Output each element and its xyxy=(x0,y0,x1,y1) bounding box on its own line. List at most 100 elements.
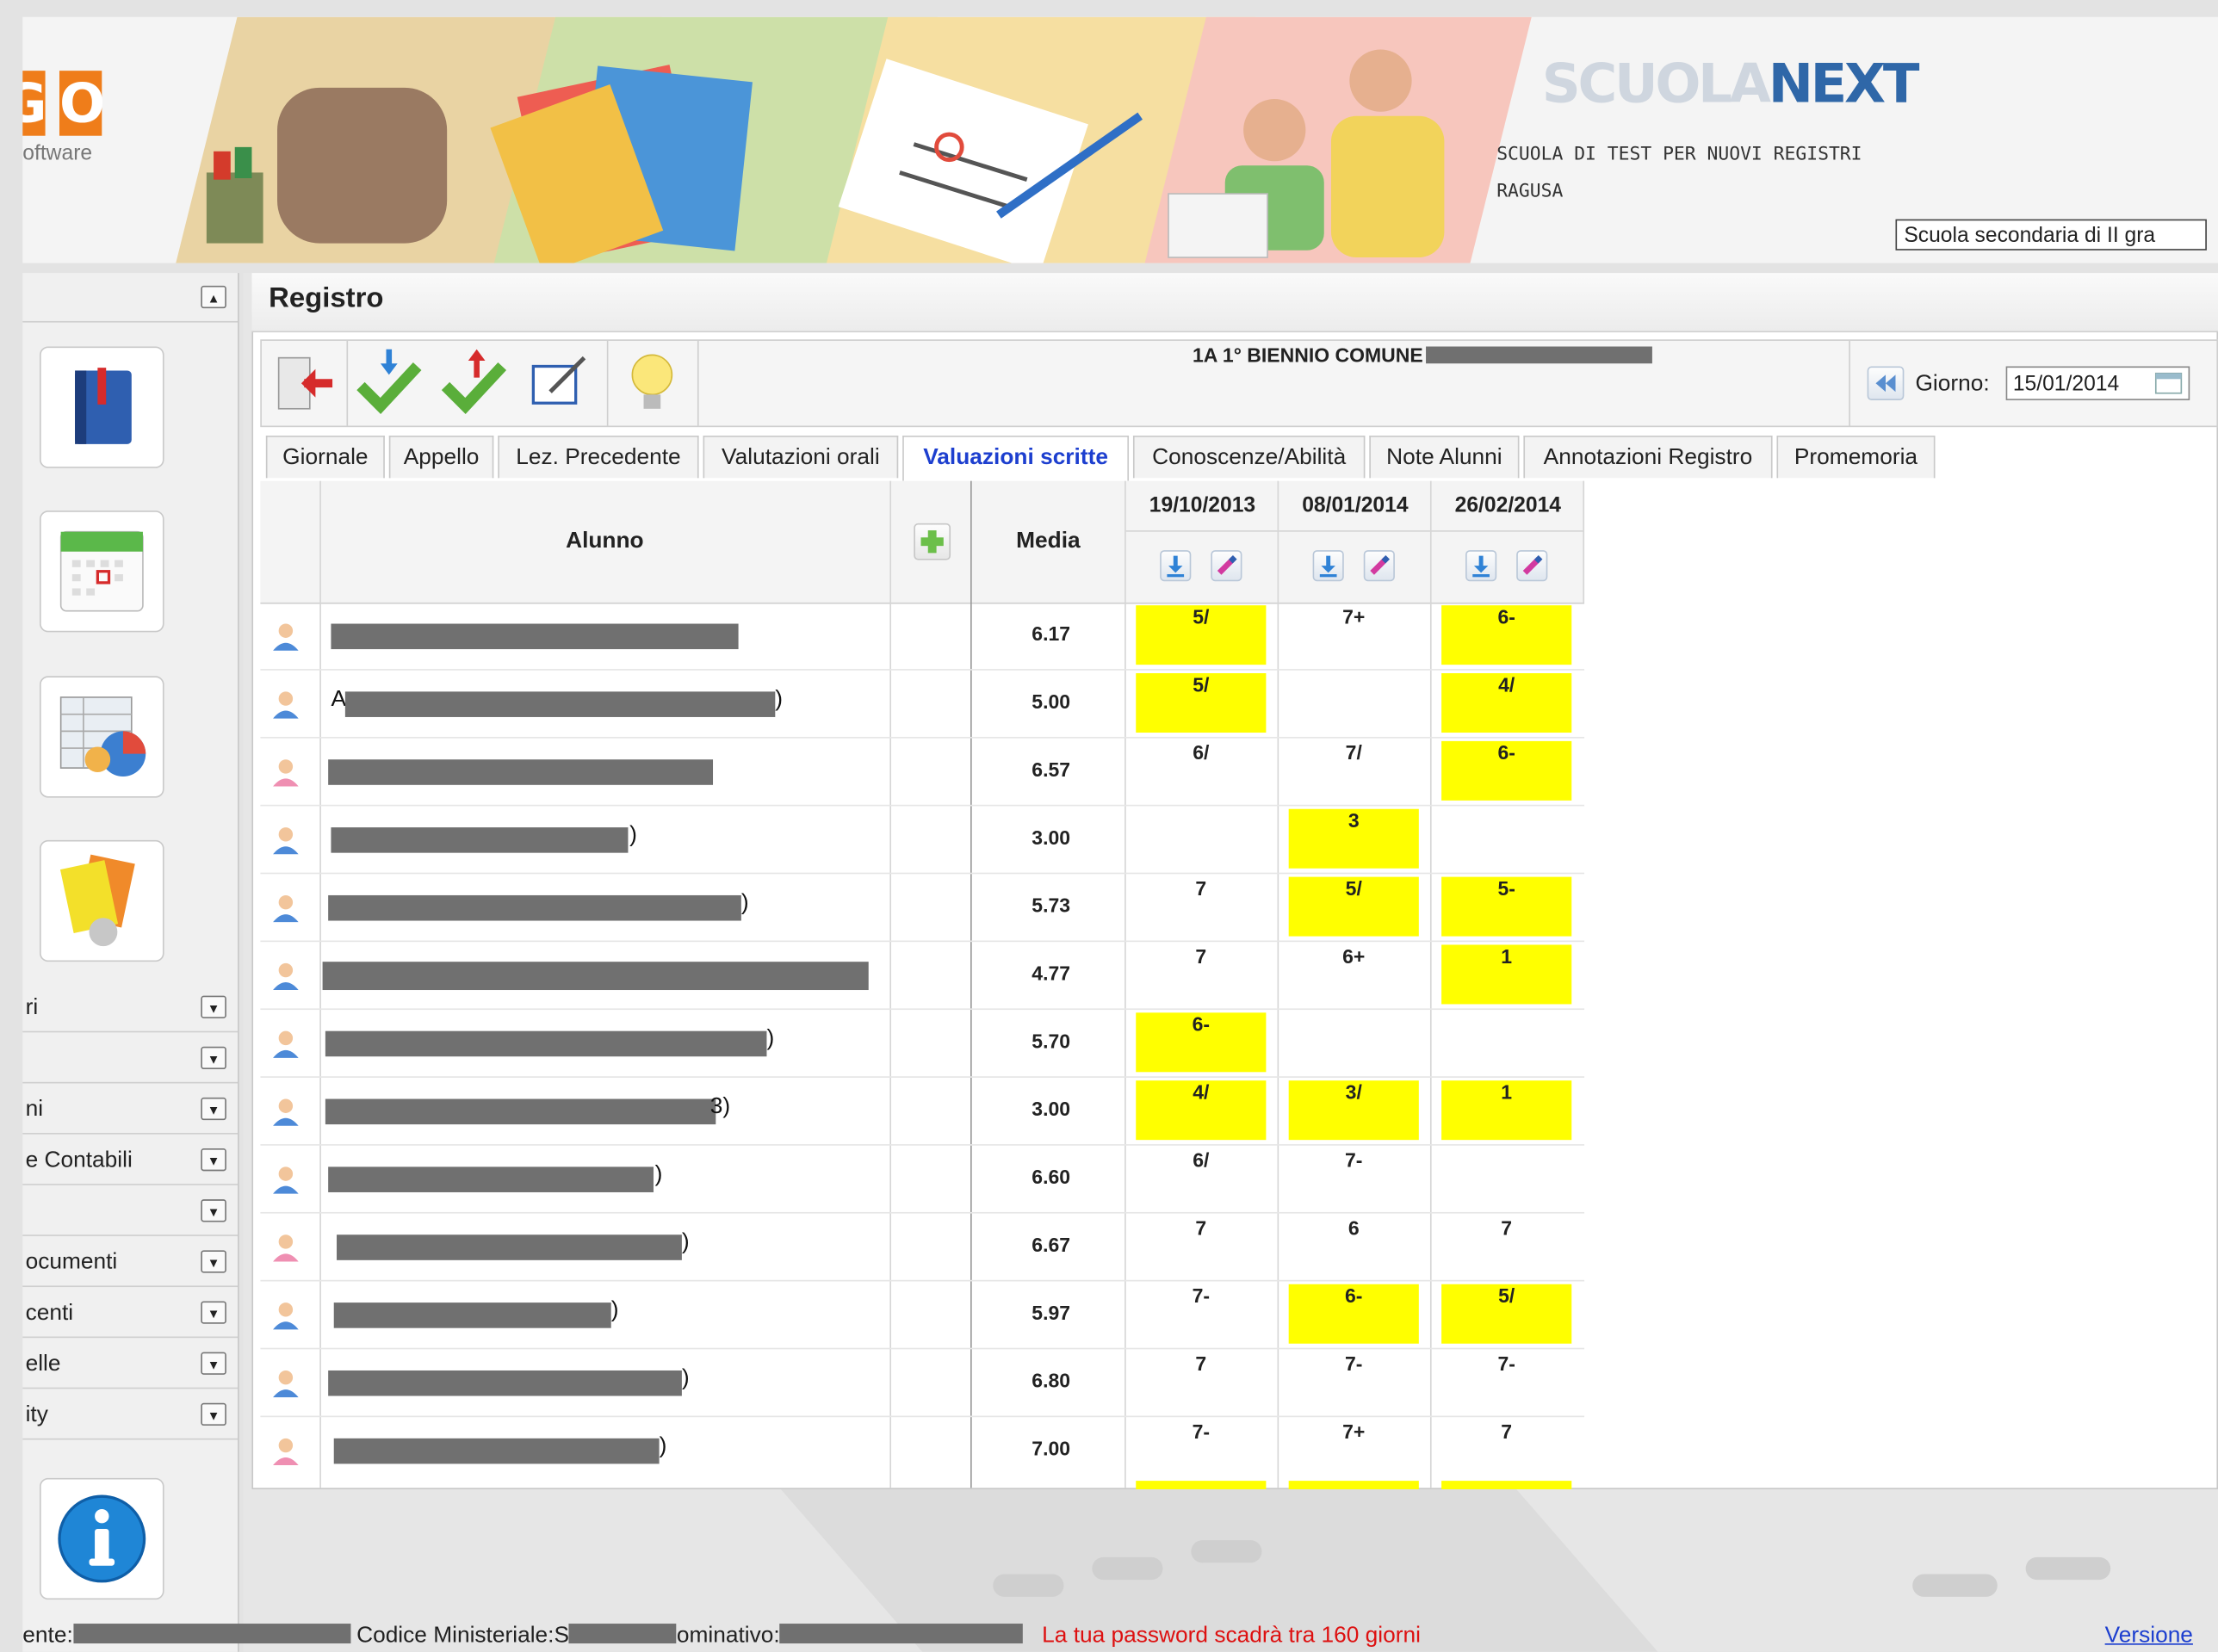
grade-cell[interactable]: 3 xyxy=(1288,808,1419,869)
sidebar-info-button[interactable] xyxy=(40,1477,164,1600)
chevron-down-icon[interactable]: ▼ xyxy=(201,995,226,1018)
tab-giornale[interactable]: Giornale xyxy=(265,436,385,479)
grade-cell[interactable] xyxy=(1289,673,1419,733)
chevron-down-icon[interactable]: ▼ xyxy=(201,1148,226,1172)
calendar-picker-button[interactable] xyxy=(2153,370,2184,396)
table-row[interactable]: ) 6.67 7 6 7 xyxy=(260,1214,2218,1280)
chevron-down-icon[interactable]: ▼ xyxy=(201,1199,226,1222)
table-row[interactable]: 6.57 6/ 7/ 6- xyxy=(260,739,2218,805)
export-button[interactable] xyxy=(434,343,513,423)
grade-cell[interactable]: 7- xyxy=(1136,1284,1266,1344)
grade-cell[interactable]: 7 xyxy=(1136,1216,1266,1276)
import-button[interactable] xyxy=(350,343,429,423)
table-row[interactable]: ) 3.00 3 xyxy=(260,806,2218,872)
table-row[interactable]: ) 5.97 7- 6- 5/ xyxy=(260,1281,2218,1347)
sidebar-calendar-button[interactable] xyxy=(40,510,164,633)
grade-cell[interactable]: 6- xyxy=(1136,1012,1267,1073)
table-row[interactable]: ) 7.00 7- 7+ 7 xyxy=(260,1417,2218,1483)
tab-note-alunni[interactable]: Note Alunni xyxy=(1369,436,1520,479)
previous-day-button[interactable] xyxy=(1867,366,1905,400)
table-row[interactable]: A ) 5.00 5/ 4/ xyxy=(260,671,2218,737)
grade-cell[interactable]: 5- xyxy=(1441,876,1572,937)
grade-cell[interactable]: 7 xyxy=(1441,1216,1571,1276)
evaluation-import-button[interactable] xyxy=(1312,550,1344,582)
grade-cell[interactable]: 7 xyxy=(1136,944,1266,1004)
sidebar-section[interactable]: ▼ xyxy=(22,1036,239,1084)
table-row[interactable]: ) 6.80 7 7- 7- xyxy=(260,1349,2218,1415)
grade-cell[interactable]: 6- xyxy=(1441,605,1572,665)
chevron-down-icon[interactable]: ▼ xyxy=(201,1250,226,1273)
grade-cell[interactable]: 7- xyxy=(1289,1352,1419,1412)
grade-cell[interactable]: 7+ xyxy=(1289,1420,1419,1479)
sidebar-collapse-up-icon[interactable]: ▲ xyxy=(201,285,226,309)
table-row[interactable]: 4.77 7 6+ 1 xyxy=(260,942,2218,1008)
sidebar-section[interactable]: ni ▼ xyxy=(22,1086,239,1135)
evaluation-edit-button[interactable] xyxy=(1516,550,1548,582)
grade-cell[interactable]: 4/ xyxy=(1441,673,1572,733)
grade-cell[interactable]: 7 xyxy=(1136,1352,1266,1412)
hint-button[interactable] xyxy=(612,343,691,423)
table-row[interactable]: ) 5.70 6- xyxy=(260,1010,2218,1076)
sidebar-registro-button[interactable] xyxy=(40,346,164,468)
sidebar-section[interactable]: ocumenti ▼ xyxy=(22,1239,239,1288)
evaluation-import-button[interactable] xyxy=(1465,550,1497,582)
exit-button[interactable] xyxy=(264,343,344,423)
evaluation-edit-button[interactable] xyxy=(1363,550,1395,582)
grade-cell[interactable]: 6/ xyxy=(1136,741,1266,801)
chevron-down-icon[interactable]: ▼ xyxy=(201,1301,226,1324)
grade-cell[interactable] xyxy=(1136,809,1266,869)
grade-cell[interactable]: 7/ xyxy=(1289,741,1419,801)
tab-annotazioni-registro[interactable]: Annotazioni Registro xyxy=(1523,436,1773,479)
table-row[interactable]: ) 5.73 7 5/ 5- xyxy=(260,874,2218,940)
chevron-down-icon[interactable]: ▼ xyxy=(201,1352,226,1375)
grade-cell[interactable]: 7- xyxy=(1441,1352,1571,1412)
grade-cell[interactable] xyxy=(1441,1148,1571,1208)
tab-lez-precedente[interactable]: Lez. Precedente xyxy=(498,436,699,479)
version-link[interactable]: Versione xyxy=(2105,1624,2193,1649)
grade-cell[interactable]: 7 xyxy=(1441,1420,1571,1479)
tab-appello[interactable]: Appello xyxy=(388,436,494,479)
sidebar-section[interactable]: centi ▼ xyxy=(22,1290,239,1339)
grade-cell[interactable]: 6/ xyxy=(1136,1148,1266,1208)
grade-cell[interactable]: 6 xyxy=(1289,1216,1419,1276)
sidebar-section[interactable]: ▼ xyxy=(22,1188,239,1236)
edit-button[interactable] xyxy=(519,343,598,423)
grade-cell[interactable] xyxy=(1441,1012,1571,1072)
grade-cell[interactable]: 4/ xyxy=(1136,1080,1267,1141)
grade-cell[interactable]: 7+ xyxy=(1289,605,1419,665)
table-row[interactable]: 6.17 5/ 7+ 6- xyxy=(260,603,2218,669)
grade-cell[interactable]: 1 xyxy=(1441,944,1572,1005)
school-type-select[interactable]: Scuola secondaria di II gra xyxy=(1895,219,2207,251)
tab-valutazioni-orali[interactable]: Valutazioni orali xyxy=(703,436,899,479)
grade-cell[interactable]: 5/ xyxy=(1136,605,1267,665)
chevron-down-icon[interactable]: ▼ xyxy=(201,1097,226,1121)
grade-cell[interactable]: 7- xyxy=(1289,1148,1419,1208)
grade-cell[interactable]: 6- xyxy=(1441,740,1572,801)
grade-cell[interactable]: 6+ xyxy=(1289,944,1419,1004)
evaluation-edit-button[interactable] xyxy=(1211,550,1242,582)
sidebar-scrutini-button[interactable] xyxy=(40,676,164,798)
grade-cell[interactable]: 7 xyxy=(1136,877,1266,937)
table-row[interactable]: 3) 3.00 4/ 3/ 1 xyxy=(260,1078,2218,1144)
sidebar-section[interactable]: ity ▼ xyxy=(22,1392,239,1440)
table-row[interactable]: ) 6.60 6/ 7- xyxy=(260,1146,2218,1212)
chevron-down-icon[interactable]: ▼ xyxy=(201,1046,226,1070)
grade-cell[interactable] xyxy=(1441,809,1571,869)
grade-cell[interactable]: 7- xyxy=(1136,1420,1266,1479)
grade-cell[interactable] xyxy=(1289,1012,1419,1072)
grade-cell[interactable]: 5/ xyxy=(1288,876,1419,937)
tab-valutazioni-scritte[interactable]: Valuazioni scritte xyxy=(902,436,1130,481)
grade-cell[interactable]: 6- xyxy=(1288,1284,1419,1344)
evaluation-import-button[interactable] xyxy=(1160,550,1192,582)
sidebar-section[interactable]: ri ▼ xyxy=(22,984,239,1033)
tab-promemoria[interactable]: Promemoria xyxy=(1776,436,1936,479)
grade-cell[interactable]: 3/ xyxy=(1288,1080,1419,1141)
grade-cell[interactable]: 5/ xyxy=(1136,673,1267,733)
sidebar-section[interactable]: elle ▼ xyxy=(22,1340,239,1389)
chevron-down-icon[interactable]: ▼ xyxy=(201,1402,226,1426)
tab-conoscenze-abilita[interactable]: Conoscenze/Abilità xyxy=(1132,436,1366,479)
grade-cell[interactable]: 5/ xyxy=(1441,1284,1572,1344)
grade-cell[interactable]: 1 xyxy=(1441,1080,1572,1141)
sidebar-note-button[interactable] xyxy=(40,839,164,962)
sidebar-section[interactable]: e Contabili ▼ xyxy=(22,1137,239,1185)
